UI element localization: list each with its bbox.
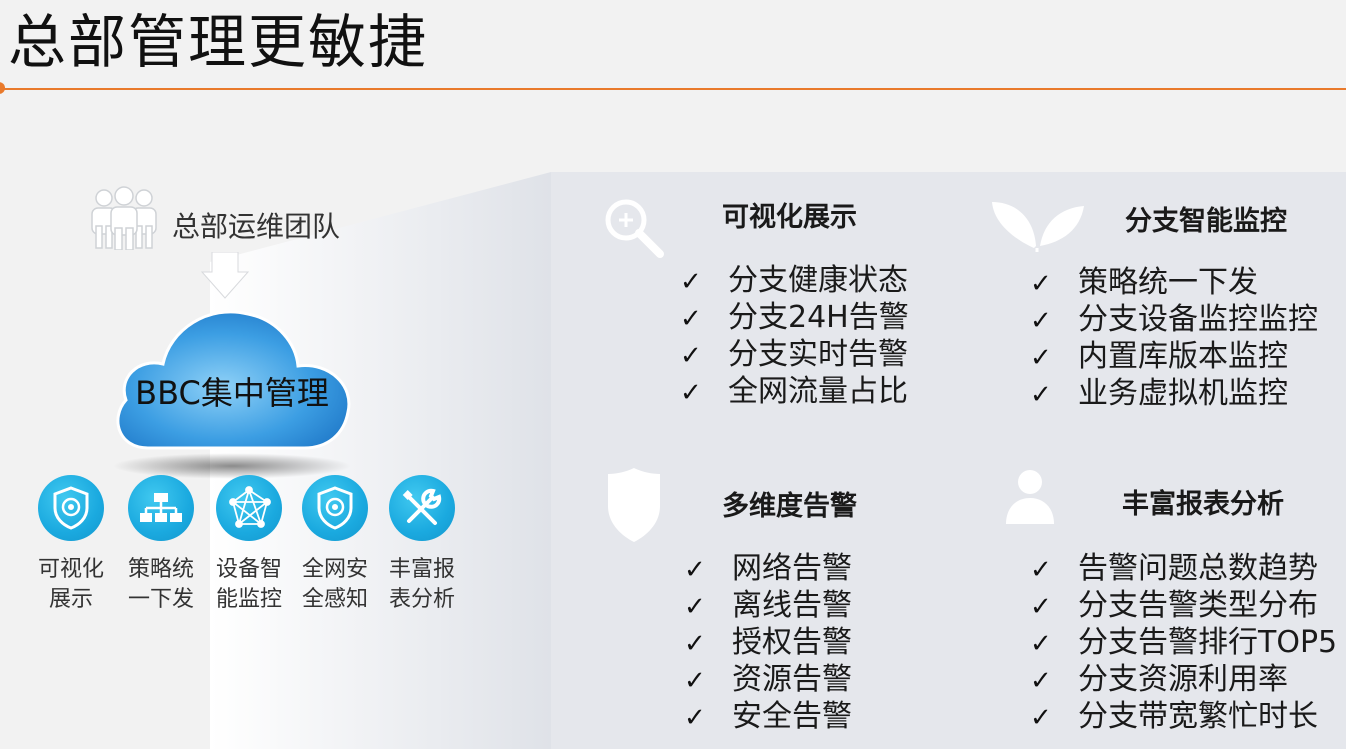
check-icon: ✓ xyxy=(1030,380,1052,410)
list-item: ✓ 分支实时告警 xyxy=(680,336,909,373)
item-label: 一下发 xyxy=(127,587,194,612)
list-item: ✓ 分支告警排行TOP5 xyxy=(1030,624,1337,661)
item-label: 分支设备监控监控 xyxy=(1078,302,1318,337)
check-icon: ✓ xyxy=(684,629,706,659)
section-title-report: 丰富报表分析 xyxy=(1122,489,1284,520)
feature-report: 丰富报 表分析 xyxy=(379,475,465,615)
list-item: ✓ 分支健康状态 xyxy=(680,262,909,299)
list-alarm: ✓ 网络告警 ✓ 离线告警 ✓ 授权告警 ✓ 资源告警 ✓ 安全告警 xyxy=(684,550,852,735)
list-item: ✓ 分支告警类型分布 xyxy=(1030,587,1337,624)
check-icon: ✓ xyxy=(684,555,706,585)
item-label: 离线告警 xyxy=(732,588,852,623)
item-label: 授权告警 xyxy=(732,625,852,660)
feature-policy: 策略统 一下发 xyxy=(118,475,204,615)
list-item: ✓ 业务虚拟机监控 xyxy=(1030,375,1318,412)
list-item: ✓ 网络告警 xyxy=(684,550,852,587)
item-label: 告警问题总数趋势 xyxy=(1078,551,1318,586)
check-icon: ✓ xyxy=(680,267,702,297)
check-icon: ✓ xyxy=(684,666,706,696)
list-item: ✓ 告警问题总数趋势 xyxy=(1030,550,1337,587)
leaf-icon xyxy=(992,202,1084,252)
list-item: ✓ 策略统一下发 xyxy=(1030,264,1318,301)
feature-security: 全网安 全感知 xyxy=(292,475,378,615)
check-icon: ✓ xyxy=(680,304,702,334)
list-visual: ✓ 分支健康状态 ✓ 分支24H告警 ✓ 分支实时告警 ✓ 全网流量占比 xyxy=(680,262,909,410)
tools-icon xyxy=(389,475,455,541)
check-icon: ✓ xyxy=(1030,629,1052,659)
shield-target-icon xyxy=(38,475,104,541)
team-icon xyxy=(91,186,157,250)
section-title-monitor: 分支智能监控 xyxy=(1125,206,1287,237)
item-label: 设备智 xyxy=(215,557,282,582)
feature-device: 设备智 能监控 xyxy=(206,475,292,615)
item-label: 分支健康状态 xyxy=(728,263,908,298)
shield-target-icon xyxy=(302,475,368,541)
network-graph-icon xyxy=(216,475,282,541)
list-report: ✓ 告警问题总数趋势 ✓ 分支告警类型分布 ✓ 分支告警排行TOP5 ✓ 分支资源利用率… xyxy=(1030,550,1337,735)
item-label: 表分析 xyxy=(388,587,455,612)
item-label: 分支实时告警 xyxy=(728,337,908,372)
user-icon xyxy=(1006,470,1054,524)
list-item: ✓ 分支24H告警 xyxy=(680,299,909,336)
check-icon: ✓ xyxy=(1030,666,1052,696)
item-label: 安全告警 xyxy=(732,699,852,734)
list-item: ✓ 授权告警 xyxy=(684,624,852,661)
item-label: 策略统一下发 xyxy=(1078,265,1258,300)
check-icon: ✓ xyxy=(1030,703,1052,733)
check-icon: ✓ xyxy=(1030,306,1052,336)
list-item: ✓ 资源告警 xyxy=(684,661,852,698)
check-icon: ✓ xyxy=(680,341,702,371)
list-item: ✓ 全网流量占比 xyxy=(680,373,909,410)
item-label: 分支24H告警 xyxy=(728,300,909,335)
item-label: 分支资源利用率 xyxy=(1078,662,1288,697)
list-item: ✓ 分支设备监控监控 xyxy=(1030,301,1318,338)
item-label: 丰富报 xyxy=(388,557,455,582)
check-icon: ✓ xyxy=(680,378,702,408)
list-item: ✓ 分支带宽繁忙时长 xyxy=(1030,698,1337,735)
list-item: ✓ 离线告警 xyxy=(684,587,852,624)
item-label: 全网流量占比 xyxy=(728,374,908,409)
item-label: 分支告警类型分布 xyxy=(1078,588,1318,623)
item-label: 业务虚拟机监控 xyxy=(1078,376,1288,411)
list-monitor: ✓ 策略统一下发 ✓ 分支设备监控监控 ✓ 内置库版本监控 ✓ 业务虚拟机监控 xyxy=(1030,264,1318,412)
shield-icon xyxy=(608,468,660,542)
check-icon: ✓ xyxy=(684,703,706,733)
item-label: 内置库版本监控 xyxy=(1078,339,1288,374)
check-icon: ✓ xyxy=(1030,555,1052,585)
down-arrow-icon xyxy=(200,252,250,299)
item-label: 分支带宽繁忙时长 xyxy=(1078,699,1318,734)
item-label: 网络告警 xyxy=(732,551,852,586)
check-icon: ✓ xyxy=(1030,592,1052,622)
magnifier-icon xyxy=(605,199,664,258)
item-label: 可视化 xyxy=(37,557,104,582)
network-devices-icon xyxy=(128,475,194,541)
check-icon: ✓ xyxy=(684,592,706,622)
check-icon: ✓ xyxy=(1030,269,1052,299)
section-title-alarm: 多维度告警 xyxy=(722,491,857,522)
item-label: 能监控 xyxy=(215,587,282,612)
cloud-label: BBC集中管理 xyxy=(135,374,329,412)
feature-visual: 可视化 展示 xyxy=(28,475,114,615)
team-label: 总部运维团队 xyxy=(172,210,341,243)
item-label: 策略统 xyxy=(127,557,194,582)
item-label: 全感知 xyxy=(301,587,368,612)
item-label: 分支告警排行TOP5 xyxy=(1078,625,1338,660)
item-label: 全网安 xyxy=(301,557,368,582)
check-icon: ✓ xyxy=(1030,343,1052,373)
item-label: 资源告警 xyxy=(732,662,852,697)
item-label: 展示 xyxy=(48,587,93,612)
list-item: ✓ 内置库版本监控 xyxy=(1030,338,1318,375)
list-item: ✓ 安全告警 xyxy=(684,698,852,735)
section-title-visual: 可视化展示 xyxy=(722,202,857,233)
list-item: ✓ 分支资源利用率 xyxy=(1030,661,1337,698)
